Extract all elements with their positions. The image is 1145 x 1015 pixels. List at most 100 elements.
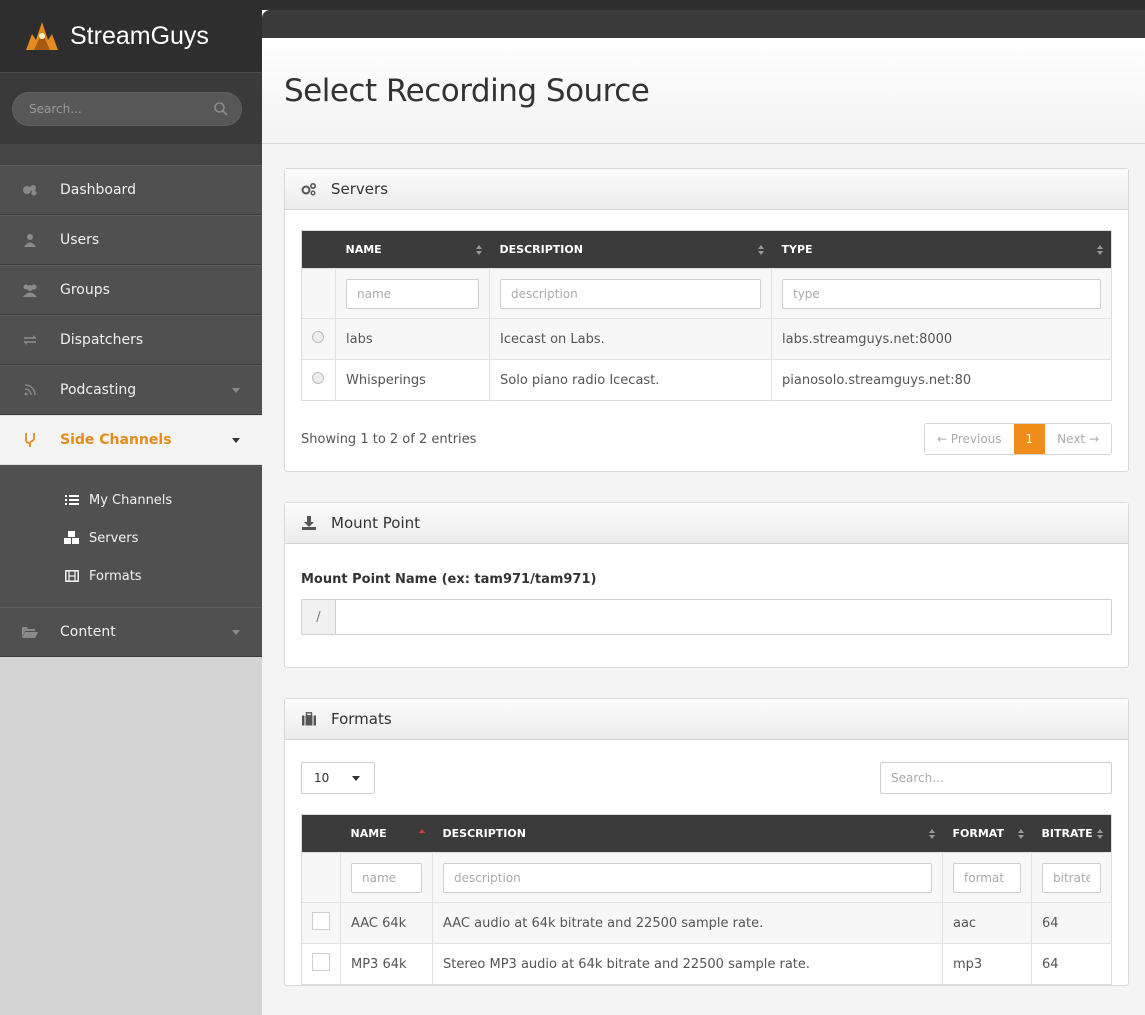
pagination-page[interactable]: 1 bbox=[1013, 424, 1046, 454]
sort-icon bbox=[475, 245, 482, 255]
filter-cell-empty bbox=[301, 268, 336, 319]
table-row[interactable]: AAC 64k AAC audio at 64k bitrate and 225… bbox=[301, 902, 1112, 944]
format-checkbox[interactable] bbox=[312, 953, 330, 971]
formats-search-input[interactable] bbox=[880, 762, 1112, 794]
server-radio[interactable] bbox=[312, 372, 324, 384]
sidebar-item-dispatchers[interactable]: Dispatchers bbox=[0, 315, 262, 365]
servers-panel: Servers NAME DESCRIPTION TYPE name descr… bbox=[284, 168, 1129, 472]
sidebar-nav: Dashboard Users Groups Dispatchers Podca… bbox=[0, 165, 262, 657]
subitem-my-channels[interactable]: My Channels bbox=[0, 481, 262, 519]
table-row[interactable]: labs Icecast on Labs. labs.streamguys.ne… bbox=[301, 318, 1112, 360]
sidebar-item-dashboard[interactable]: Dashboard bbox=[0, 165, 262, 215]
content-area: Servers NAME DESCRIPTION TYPE name descr… bbox=[262, 144, 1145, 986]
filter-cell bbox=[432, 852, 943, 903]
filter-cell bbox=[489, 268, 772, 319]
column-header-name[interactable]: NAME bbox=[335, 230, 490, 269]
user-icon bbox=[22, 232, 38, 248]
chevron-down-icon bbox=[232, 630, 240, 635]
sidebar-search bbox=[12, 91, 242, 126]
subitem-label: Servers bbox=[89, 530, 139, 546]
format-checkbox[interactable] bbox=[312, 912, 330, 930]
column-header-name[interactable]: NAME bbox=[340, 814, 433, 853]
sidebar-item-content[interactable]: Content bbox=[0, 607, 262, 657]
group-icon bbox=[22, 282, 38, 298]
column-label: TYPE bbox=[781, 243, 813, 256]
sort-asc-icon bbox=[418, 829, 425, 833]
mount-point-panel-body: Mount Point Name (ex: tam971/tam971) / bbox=[285, 544, 1128, 667]
side-channels-submenu: My Channels Servers Formats bbox=[0, 465, 262, 607]
subitem-formats[interactable]: Formats bbox=[0, 557, 262, 595]
sidebar-search-input[interactable] bbox=[13, 92, 241, 125]
servers-panel-heading: Servers bbox=[285, 169, 1128, 210]
format-filter-input[interactable] bbox=[953, 862, 1021, 893]
type-filter-input[interactable] bbox=[782, 278, 1101, 309]
format-type: mp3 bbox=[942, 943, 1032, 985]
sidebar-item-side-channels[interactable]: Side Channels bbox=[0, 415, 262, 465]
column-header-bitrate[interactable]: BITRATE bbox=[1031, 814, 1112, 853]
pagination-next[interactable]: Next → bbox=[1045, 424, 1111, 454]
column-header-format[interactable]: FORMAT bbox=[942, 814, 1032, 853]
sidebar: StreamGuys Dashboard Users bbox=[0, 0, 262, 1015]
radio-cell bbox=[301, 359, 336, 401]
sort-icon bbox=[1097, 829, 1103, 839]
description-filter-input[interactable] bbox=[443, 862, 932, 893]
bitrate-filter-input[interactable] bbox=[1042, 862, 1101, 893]
nav-gap bbox=[0, 144, 262, 165]
name-filter-input[interactable] bbox=[346, 278, 479, 309]
format-type: aac bbox=[942, 902, 1032, 944]
filter-cell bbox=[942, 852, 1032, 903]
format-description: Stereo MP3 audio at 64k bitrate and 2250… bbox=[432, 943, 943, 985]
sidebar-search-area bbox=[0, 72, 262, 144]
chevron-down-icon bbox=[232, 388, 240, 393]
cogs-icon bbox=[301, 181, 317, 197]
brand-name: StreamGuys bbox=[70, 21, 209, 50]
subitem-servers[interactable]: Servers bbox=[0, 519, 262, 557]
sidebar-item-podcasting[interactable]: Podcasting bbox=[0, 365, 262, 415]
format-bitrate: 64 bbox=[1031, 902, 1112, 944]
cubes-icon bbox=[64, 530, 80, 546]
search-icon[interactable] bbox=[213, 101, 229, 117]
chevron-down-icon bbox=[232, 438, 240, 443]
column-header-type[interactable]: TYPE bbox=[771, 230, 1112, 269]
server-description: Icecast on Labs. bbox=[489, 318, 772, 360]
table-row[interactable]: MP3 64k Stereo MP3 audio at 64k bitrate … bbox=[301, 943, 1112, 985]
sidebar-item-label: Podcasting bbox=[60, 382, 137, 398]
formats-table: NAME DESCRIPTION FORMAT BITRATE name des… bbox=[301, 814, 1112, 985]
server-name: Whisperings bbox=[335, 359, 490, 401]
server-radio[interactable] bbox=[312, 331, 324, 343]
table-row[interactable]: Whisperings Solo piano radio Icecast. pi… bbox=[301, 359, 1112, 401]
mount-point-panel: Mount Point Mount Point Name (ex: tam971… bbox=[284, 502, 1129, 668]
subitem-label: My Channels bbox=[89, 492, 173, 508]
sidebar-item-users[interactable]: Users bbox=[0, 215, 262, 265]
server-name: labs bbox=[335, 318, 490, 360]
select-column-header bbox=[301, 230, 336, 269]
formats-controls: 10 bbox=[301, 762, 1112, 794]
server-type: labs.streamguys.net:8000 bbox=[771, 318, 1112, 360]
brand[interactable]: StreamGuys bbox=[0, 0, 262, 72]
sidebar-item-label: Content bbox=[60, 624, 116, 640]
page-size-select[interactable]: 10 bbox=[301, 762, 375, 794]
sidebar-item-groups[interactable]: Groups bbox=[0, 265, 262, 315]
server-description: Solo piano radio Icecast. bbox=[489, 359, 772, 401]
sidebar-item-label: Users bbox=[60, 232, 100, 248]
column-label: BITRATE bbox=[1041, 827, 1093, 840]
page-title: Select Recording Source bbox=[284, 72, 650, 109]
radio-cell bbox=[301, 318, 336, 360]
sort-icon bbox=[928, 829, 935, 839]
folder-open-icon bbox=[22, 624, 38, 640]
format-name: MP3 64k bbox=[340, 943, 433, 985]
name-filter-input[interactable] bbox=[351, 862, 422, 893]
column-label: DESCRIPTION bbox=[442, 827, 526, 840]
mount-point-input[interactable] bbox=[336, 600, 1111, 634]
sidebar-item-label: Dispatchers bbox=[60, 332, 144, 348]
column-header-description[interactable]: DESCRIPTION bbox=[489, 230, 772, 269]
description-filter-input[interactable] bbox=[500, 278, 761, 309]
sidebar-item-label: Groups bbox=[60, 282, 110, 298]
column-header-description[interactable]: DESCRIPTION bbox=[432, 814, 943, 853]
pagination-previous[interactable]: ← Previous bbox=[924, 424, 1014, 454]
subitem-label: Formats bbox=[89, 568, 142, 584]
page-size-value: 10 bbox=[314, 771, 330, 785]
checkbox-cell bbox=[301, 943, 341, 985]
checkbox-cell bbox=[301, 902, 341, 944]
table-info: Showing 1 to 2 of 2 entries bbox=[301, 431, 477, 447]
